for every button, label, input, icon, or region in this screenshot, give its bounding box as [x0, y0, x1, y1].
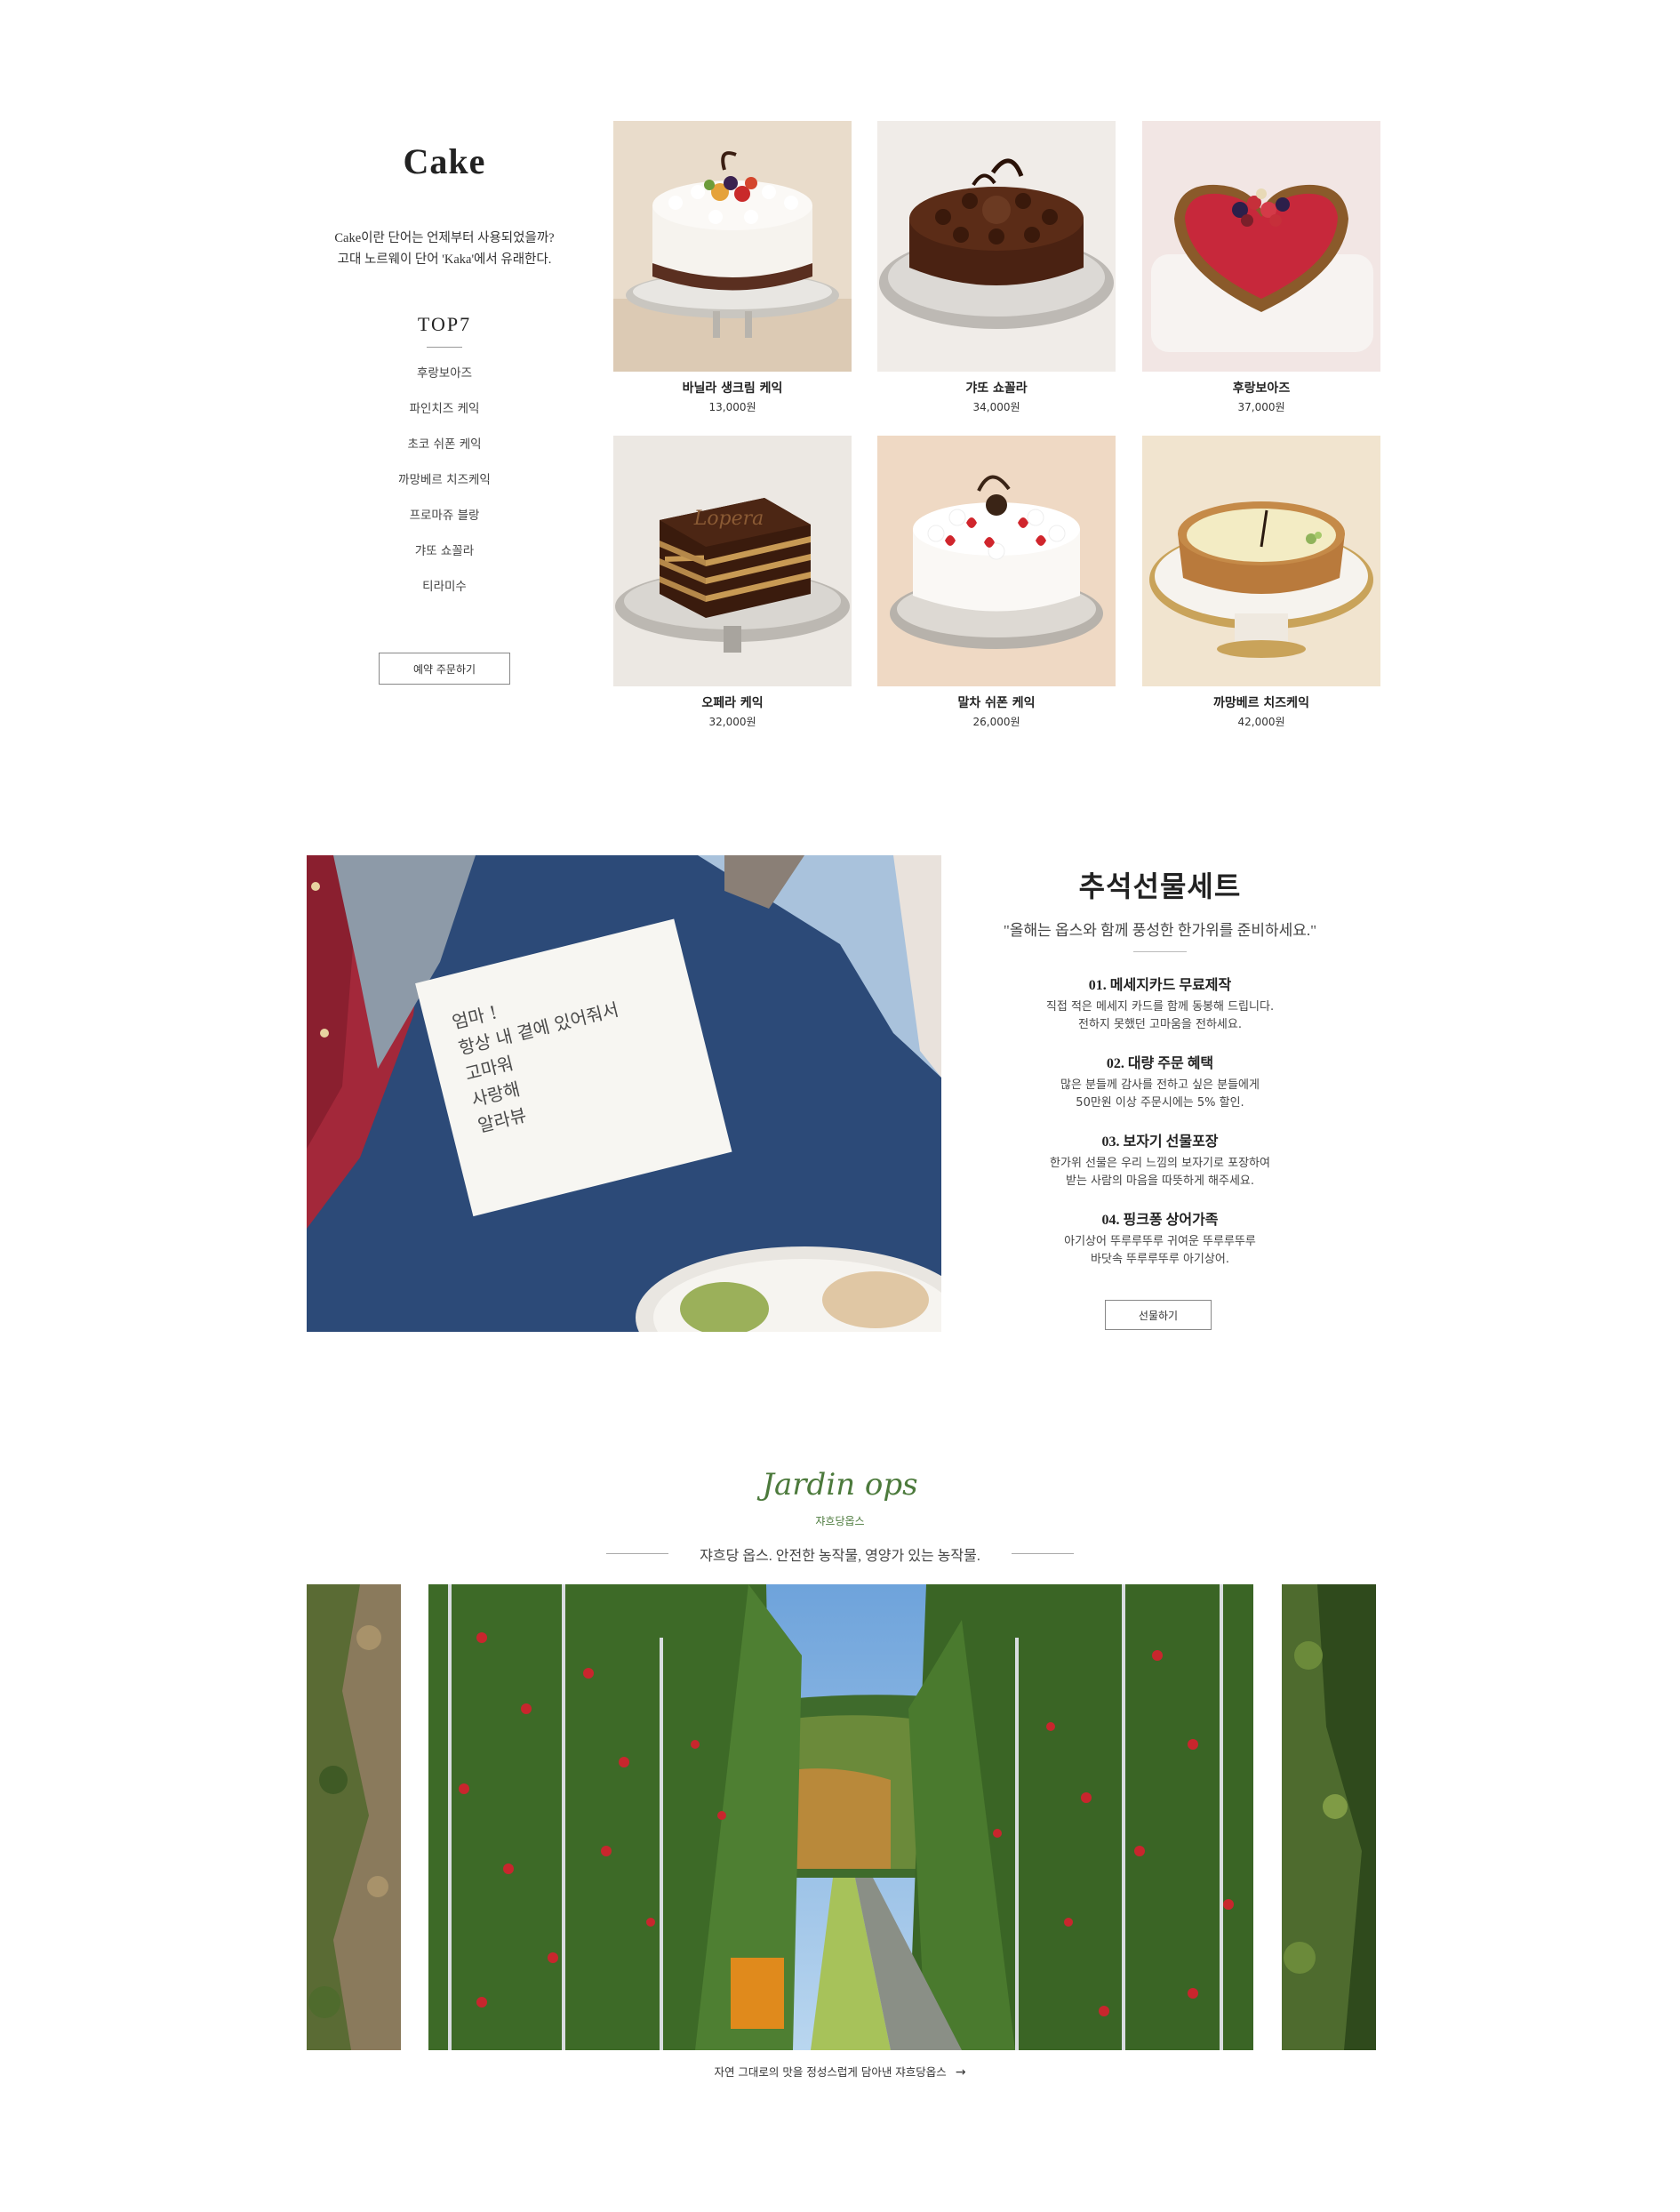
product-price: 32,000원 — [708, 716, 756, 728]
cake-desc-line: Cake이란 단어는 언제부터 사용되었을까? — [334, 231, 555, 245]
product-price: 34,000원 — [972, 401, 1020, 413]
product-image-camembert-cheesecake[interactable] — [1142, 436, 1380, 686]
cake-desc-line: 고대 노르웨이 단어 'Kaka'에서 유래한다. — [337, 252, 552, 267]
benefit-text: 바닷속 뚜루루뚜루 아기상어. — [1091, 1253, 1229, 1266]
benefit-item: 02. 대량 주문 혜택 많은 분들께 감사를 전하고 싶은 분들에게 50만원… — [978, 1051, 1342, 1112]
product-name: 오페라 케익 — [701, 696, 764, 710]
benefit-title: 01. 메세지카드 무료제작 — [1088, 978, 1232, 993]
top7-item[interactable]: 티라미수 — [356, 576, 533, 612]
product-image-vanilla-cake[interactable] — [613, 121, 852, 372]
product-name: 말차 쉬폰 케익 — [957, 696, 1036, 710]
benefit-title: 02. 대량 주문 혜택 — [1106, 1056, 1214, 1071]
chuseok-gift-image: 엄마 ! 항상 내 곁에 있어줘서 고마워 사랑해 알라뷰 — [307, 855, 941, 1332]
benefit-text: 많은 분들께 감사를 전하고 싶은 분들에게 — [1060, 1078, 1260, 1092]
chuseok-divider — [1133, 951, 1187, 952]
cake-section: Cake Cake이란 단어는 언제부터 사용되었을까? 고대 노르웨이 단어 … — [0, 0, 1680, 800]
top7-divider — [427, 347, 462, 348]
tagline-rule-right — [1012, 1553, 1074, 1554]
benefit-text: 직접 적은 메세지 카드를 함께 동봉해 드립니다. — [1045, 1000, 1275, 1014]
product-name: 갸또 쇼꼴라 — [965, 381, 1028, 396]
jardin-logo-sub: 쟈흐당옵스 — [815, 1515, 865, 1527]
chuseok-title: 추석선물세트 — [1078, 870, 1242, 902]
chevron-left-icon[interactable] — [398, 1794, 425, 1839]
cake-description: Cake이란 단어는 언제부터 사용되었을까? 고대 노르웨이 단어 'Kaka… — [293, 228, 596, 270]
top7-item[interactable]: 갸또 쇼꼴라 — [356, 541, 533, 576]
slide-prev-peek[interactable] — [307, 1584, 401, 2050]
product-card[interactable]: 후랑보아즈 37,000원 — [1142, 121, 1380, 414]
jardin-link-text: 자연 그대로의 맛을 정성스럽게 담아낸 쟈흐당옵스 — [714, 2065, 947, 2079]
product-image-gateau-chocolat[interactable] — [877, 121, 1116, 372]
product-image-framboise[interactable] — [1142, 121, 1380, 372]
reserve-order-button[interactable]: 예약 주문하기 — [379, 653, 510, 685]
chuseok-quote: "올해는 옵스와 함께 풍성한 한가위를 준비하세요." — [1003, 922, 1317, 939]
top7-item[interactable]: 까망베르 치즈케익 — [356, 469, 533, 505]
product-card[interactable]: 갸또 쇼꼴라 34,000원 — [877, 121, 1116, 414]
top7-item[interactable]: 프로마쥬 블랑 — [356, 505, 533, 541]
product-name: 까망베르 치즈케익 — [1213, 696, 1309, 710]
benefit-item: 04. 핑크퐁 상어가족 아기상어 뚜루루뚜루 귀여운 뚜루루뚜루 바닷속 뚜루… — [978, 1207, 1342, 1269]
product-price: 26,000원 — [972, 716, 1020, 728]
top7-list: 후랑보아즈 파인치즈 케익 초코 쉬폰 케익 까망베르 치즈케익 프로마쥬 블랑… — [356, 363, 533, 612]
gift-button[interactable]: 선물하기 — [1105, 1300, 1212, 1330]
jardin-tagline: 쟈흐당 옵스. 안전한 농작물, 영양가 있는 농작물. — [700, 1549, 980, 1564]
slide-next-peek[interactable] — [1282, 1584, 1376, 2050]
product-price: 42,000원 — [1237, 716, 1285, 728]
top7-item[interactable]: 초코 쉬폰 케익 — [356, 434, 533, 469]
benefit-text: 50만원 이상 주문시에는 5% 할인. — [1076, 1096, 1244, 1110]
chuseok-section: 엄마 ! 항상 내 곁에 있어줘서 고마워 사랑해 알라뷰 추석선물세트 "올해… — [0, 845, 1680, 1360]
product-card[interactable]: 말차 쉬폰 케익 26,000원 — [877, 436, 1116, 729]
benefit-item: 01. 메세지카드 무료제작 직접 적은 메세지 카드를 함께 동봉해 드립니다… — [978, 973, 1342, 1034]
product-image-opera-cake[interactable]: Lopera — [613, 436, 852, 686]
jardin-logo: Jardin ops — [762, 1467, 918, 1503]
product-price: 13,000원 — [708, 401, 756, 413]
opera-script: Lopera — [693, 508, 764, 530]
orchard-slide[interactable] — [428, 1584, 1253, 2050]
top7-item[interactable]: 후랑보아즈 — [356, 363, 533, 398]
benefit-item: 03. 보자기 선물포장 한가위 선물은 우리 느낌의 보자기로 포장하여 받는… — [978, 1129, 1342, 1190]
product-image-matcha-chiffon[interactable] — [877, 436, 1116, 686]
cake-title: Cake — [403, 141, 486, 181]
product-card[interactable]: 까망베르 치즈케익 42,000원 — [1142, 436, 1380, 729]
product-price: 37,000원 — [1237, 401, 1285, 413]
arrow-right-icon: → — [955, 2065, 966, 2080]
chevron-right-icon[interactable] — [1255, 1794, 1282, 1839]
benefit-text: 한가위 선물은 우리 느낌의 보자기로 포장하여 — [1050, 1157, 1270, 1170]
benefit-text: 받는 사람의 마음을 따뜻하게 해주세요. — [1065, 1174, 1255, 1188]
product-name: 후랑보아즈 — [1232, 381, 1291, 396]
jardin-more-link[interactable]: 자연 그대로의 맛을 정성스럽게 담아낸 쟈흐당옵스 → — [622, 2063, 1058, 2080]
top7-item[interactable]: 파인치즈 케익 — [356, 398, 533, 434]
product-name: 바닐라 생크림 케익 — [682, 381, 783, 396]
product-card[interactable]: 바닐라 생크림 케익 13,000원 — [613, 121, 852, 414]
benefit-text: 전하지 못했던 고마움을 전하세요. — [1078, 1018, 1242, 1031]
benefit-title: 03. 보자기 선물포장 — [1101, 1134, 1219, 1150]
top7-title: TOP7 — [417, 313, 472, 335]
jardin-section: Jardin ops 쟈흐당옵스 쟈흐당 옵스. 안전한 농작물, 영양가 있는… — [0, 1440, 1680, 2187]
benefit-title: 04. 핑크퐁 상어가족 — [1101, 1213, 1219, 1228]
product-card[interactable]: Lopera 오페라 케익 32,000원 — [613, 436, 852, 729]
benefit-text: 아기상어 뚜루루뚜루 귀여운 뚜루루뚜루 — [1064, 1235, 1256, 1248]
